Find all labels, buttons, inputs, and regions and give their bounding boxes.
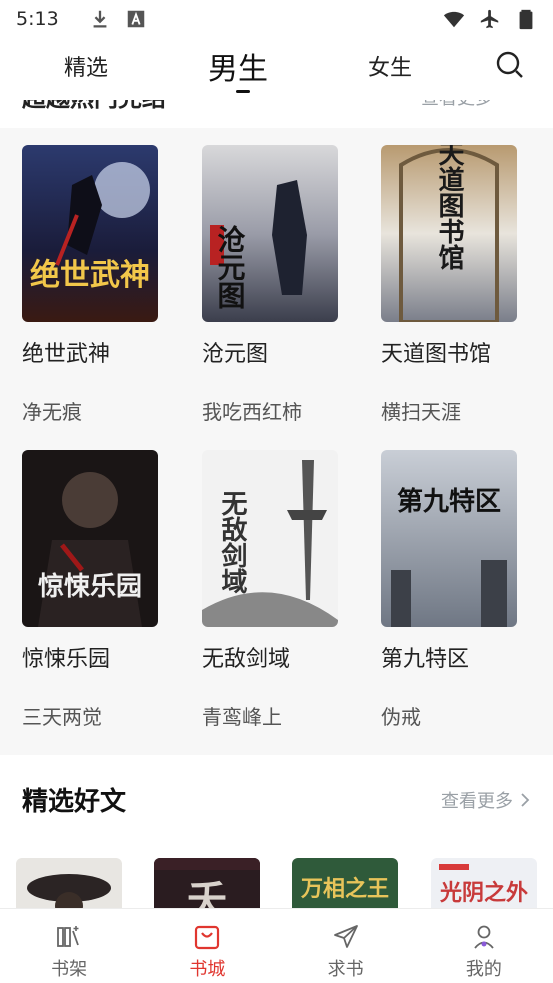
battery-icon: [519, 9, 533, 30]
book-card[interactable]: 惊悚乐园 惊悚乐园 三天两觉: [22, 450, 172, 730]
bookstore-bag-icon: [195, 925, 220, 950]
book-cover[interactable]: 天道图书馆: [381, 145, 517, 322]
featured-book-cover[interactable]: [16, 858, 122, 910]
featured-book-cover[interactable]: 光阴之外: [431, 858, 537, 910]
book-author: 横扫天涯: [381, 400, 461, 424]
nav-label: 书城: [189, 959, 226, 980]
nav-label: 书架: [51, 959, 88, 980]
status-time: 5:13: [16, 8, 59, 30]
cover-title-text: 沧元图: [214, 224, 247, 309]
paper-plane-icon: [333, 925, 358, 948]
featured-more-label: 查看更多: [441, 791, 513, 812]
tab-nansheng[interactable]: 男生: [208, 44, 268, 88]
book-cover[interactable]: 惊悚乐园: [22, 450, 158, 627]
book-title: 无敌剑域: [202, 647, 291, 672]
cover-title-text: 天道图书馆: [434, 145, 464, 271]
book-card[interactable]: 天道图书馆 天道图书馆 横扫天涯: [381, 145, 531, 425]
book-card[interactable]: 沧元图 沧元图 我吃西红柿: [202, 145, 352, 425]
bookshelf-icon: [57, 926, 79, 947]
cover-title-text: 第九特区: [397, 486, 501, 517]
featured-title: 精选好文: [22, 787, 127, 817]
book-cover[interactable]: 第九特区: [381, 450, 517, 627]
book-title: 绝世武神: [22, 342, 111, 367]
nav-item-profile[interactable]: 我的: [415, 909, 553, 983]
nav-label: 求书: [327, 959, 364, 980]
featured-book-cover[interactable]: 万相之王: [292, 858, 398, 910]
book-author: 三天两觉: [22, 705, 102, 729]
cover-title-text: 无敌剑域: [217, 490, 247, 594]
cover-title-text: 夭: [187, 877, 227, 910]
top-tab-bar: 精选 男生 女生: [0, 38, 553, 100]
active-tab-indicator: [236, 90, 250, 93]
book-cover[interactable]: 沧元图: [202, 145, 338, 322]
book-author: 青鸾峰上: [202, 705, 282, 729]
cover-title-text: 万相之王: [300, 876, 389, 902]
book-card[interactable]: 无敌剑域 无敌剑域 青鸾峰上: [202, 450, 352, 730]
cover-title-text: 惊悚乐园: [38, 572, 142, 602]
book-card[interactable]: 绝世武神 绝世武神 净无痕: [22, 145, 172, 425]
book-title: 天道图书馆: [381, 342, 492, 367]
cover-title-text: 绝世武神: [30, 258, 150, 293]
user-icon: [474, 925, 494, 949]
search-icon[interactable]: [495, 50, 525, 80]
a-icon: [127, 10, 144, 28]
book-title: 惊悚乐园: [22, 647, 111, 672]
book-author: 我吃西红柿: [202, 400, 302, 424]
nav-item-bookshelf[interactable]: 书架: [0, 909, 138, 983]
book-author: 净无痕: [22, 400, 82, 424]
status-bar: 5:13: [0, 0, 553, 38]
cover-title-text: 光阴之外: [439, 880, 528, 906]
book-cover[interactable]: 绝世武神: [22, 145, 158, 322]
nav-item-bookstore[interactable]: 书城: [138, 909, 276, 983]
nav-label: 我的: [465, 959, 502, 980]
download-icon: [93, 10, 107, 28]
bottom-nav: 书架 书城 求书 我的: [0, 908, 553, 983]
wifi-icon: [443, 11, 465, 28]
nav-item-request[interactable]: 求书: [277, 909, 415, 983]
book-grid-section: 绝世武神 绝世武神 净无痕 沧元图 沧元图 我吃西红柿 天道图书馆 天道图书馆 …: [0, 128, 553, 755]
featured-book-row: 夭 万相之王 光阴之外: [0, 858, 553, 910]
book-title: 第九特区: [381, 647, 470, 672]
chevron-right-icon: [521, 793, 530, 807]
tab-nvsheng[interactable]: 女生: [368, 50, 412, 82]
book-author: 伪戒: [381, 705, 421, 729]
book-title: 沧元图: [202, 342, 269, 367]
book-cover[interactable]: 无敌剑域: [202, 450, 338, 627]
featured-more-link[interactable]: 查看更多: [441, 787, 531, 813]
tab-jingxuan[interactable]: 精选: [64, 50, 108, 82]
featured-book-cover[interactable]: 夭: [154, 858, 260, 910]
featured-section-header: 精选好文 查看更多: [0, 773, 553, 829]
book-card[interactable]: 第九特区 第九特区 伪戒: [381, 450, 531, 730]
airplane-icon: [480, 9, 499, 29]
